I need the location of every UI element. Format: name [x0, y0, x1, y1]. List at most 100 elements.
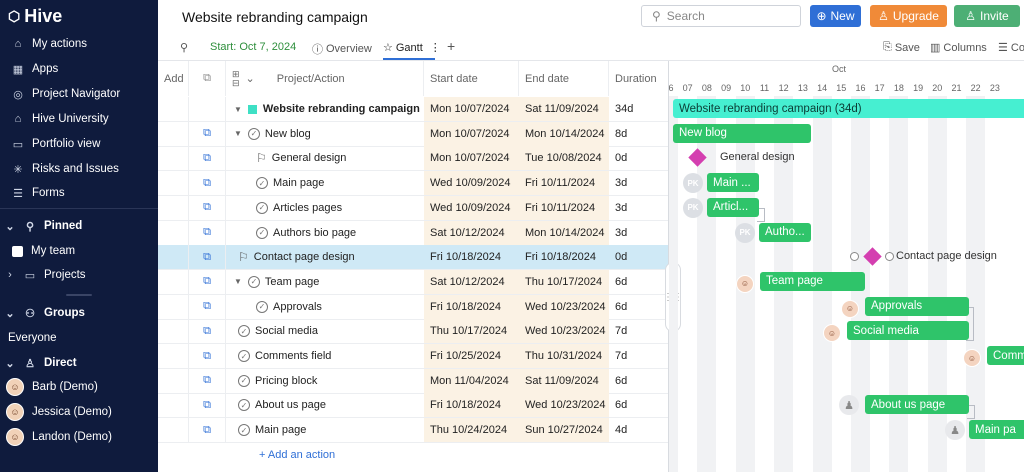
search-input[interactable]: ⚲ Search: [641, 5, 801, 27]
open-action-icon[interactable]: ⧉: [189, 418, 226, 443]
table-row[interactable]: ⧉ ⚐ Contact page design Fri 10/18/2024 Fri 1…: [158, 245, 668, 271]
start-date-cell[interactable]: Fri 10/18/2024: [424, 393, 519, 418]
open-action-icon[interactable]: ⧉: [189, 393, 226, 418]
action-name-cell[interactable]: ✓ Comments field: [226, 344, 424, 368]
tab-overview[interactable]: ⓘ Overview: [312, 41, 372, 57]
table-row[interactable]: ⧉ ✓ Social media Thu 10/17/2024 Wed 10/23/20…: [158, 319, 668, 345]
action-name-cell[interactable]: ✓ Pricing block: [226, 369, 424, 393]
table-row[interactable]: ⧉ ✓ Authors bio page Sat 10/12/2024 Mon 10/1…: [158, 220, 668, 246]
action-name-cell[interactable]: ✓ Approvals: [226, 295, 424, 319]
column-header-duration[interactable]: Duration: [609, 61, 668, 96]
add-cell[interactable]: [158, 294, 189, 319]
gantt-bar-approvals[interactable]: Approvals: [865, 296, 969, 316]
chevron-down-icon[interactable]: ▼: [234, 105, 242, 114]
end-date-cell[interactable]: Mon 10/14/2024: [519, 121, 609, 146]
sidebar-section-direct[interactable]: ⌄ ♙ Direct: [4, 353, 76, 373]
end-date-cell[interactable]: Sun 10/27/2024: [519, 418, 609, 443]
table-row[interactable]: ⧉ ✓ Comments field Fri 10/25/2024 Thu 10/31/…: [158, 344, 668, 369]
duration-cell[interactable]: 4d: [609, 418, 668, 442]
action-name-cell[interactable]: ✓ About us page: [226, 393, 424, 417]
checkmark-circle-icon[interactable]: ✓: [256, 300, 268, 313]
column-header-end[interactable]: End date: [519, 61, 609, 96]
checkmark-circle-icon[interactable]: ✓: [247, 275, 260, 288]
assignee-avatar[interactable]: PK: [735, 222, 755, 243]
end-date-cell[interactable]: Sat 11/09/2024: [519, 97, 609, 121]
checkmark-circle-icon[interactable]: ✓: [256, 226, 268, 239]
table-row[interactable]: ⧉ ✓ Pricing block Mon 11/04/2024 Sat 11/09/2…: [158, 368, 668, 394]
add-cell[interactable]: [158, 171, 189, 196]
duration-cell[interactable]: 3d: [609, 196, 668, 220]
tab-gantt[interactable]: ☆ Gantt ⋮: [383, 41, 441, 55]
more-options-button[interactable]: ☰ Co: [998, 41, 1024, 55]
table-row[interactable]: ⧉ ▼ ✓ New blog Mon 10/07/2024 Mon 10/14/2024 8…: [158, 121, 668, 147]
start-date-cell[interactable]: Mon 10/07/2024: [424, 97, 519, 121]
duration-cell[interactable]: 3d: [609, 221, 668, 245]
chevron-down-icon[interactable]: ▼: [234, 277, 242, 286]
sidebar-item-hive-university[interactable]: ⌂ Hive University: [12, 109, 109, 129]
sidebar-section-pinned[interactable]: ⌄ ⚲ Pinned: [4, 216, 82, 236]
gantt-bar-team-page[interactable]: Team page: [760, 271, 865, 291]
gantt-bar-about-us[interactable]: About us page: [865, 395, 969, 415]
duration-cell[interactable]: 6d: [609, 295, 668, 319]
duration-cell[interactable]: 6d: [609, 270, 668, 294]
add-cell[interactable]: [158, 195, 189, 220]
action-name-cell[interactable]: ⚐ General design: [226, 146, 424, 170]
open-action-icon[interactable]: ⧉: [189, 245, 226, 270]
gantt-bar-new-blog[interactable]: New blog: [673, 123, 811, 143]
table-row[interactable]: ▼ Website rebranding campaign Mon 10/07/20…: [158, 97, 668, 122]
start-date-cell[interactable]: Mon 11/04/2024: [424, 368, 519, 393]
table-row[interactable]: ⧉ ⚐ General design Mon 10/07/2024 Tue 10/08/…: [158, 146, 668, 172]
duration-cell[interactable]: 7d: [609, 344, 668, 368]
unassigned-user-icon[interactable]: ♟: [945, 420, 965, 441]
assignee-avatar[interactable]: ☺: [736, 274, 754, 293]
gantt-bar-authors[interactable]: Autho...: [759, 222, 811, 242]
assignee-avatar[interactable]: ☺: [841, 299, 859, 318]
checkmark-circle-icon[interactable]: ✓: [238, 399, 250, 412]
expand-collapse-all[interactable]: ⊞ ⊟: [232, 69, 240, 88]
gantt-bar-social-media[interactable]: Social media: [847, 321, 969, 341]
add-cell[interactable]: [158, 245, 189, 270]
start-date-cell[interactable]: Thu 10/17/2024: [424, 319, 519, 344]
table-row[interactable]: ⧉ ✓ Main page Thu 10/24/2024 Sun 10/27/2024 4…: [158, 418, 668, 444]
column-header-start[interactable]: Start date: [424, 61, 519, 96]
sidebar-item-risks-and-issues[interactable]: ✳ Risks and Issues: [12, 159, 119, 179]
table-row[interactable]: ⧉ ✓ Main page Wed 10/09/2024 Fri 10/11/2024 3…: [158, 171, 668, 197]
start-date-cell[interactable]: Thu 10/24/2024: [424, 418, 519, 443]
start-date-cell[interactable]: Fri 10/25/2024: [424, 344, 519, 368]
gantt-bar-articles[interactable]: Articl...: [707, 197, 759, 217]
checkmark-circle-icon[interactable]: ✓: [238, 325, 250, 338]
new-button[interactable]: ⊕ New: [810, 5, 861, 27]
checkmark-circle-icon[interactable]: ✓: [256, 201, 268, 214]
add-cell[interactable]: [158, 368, 189, 393]
add-view-button[interactable]: +: [447, 38, 455, 54]
start-date-cell[interactable]: Wed 10/09/2024: [424, 171, 519, 196]
duration-cell[interactable]: 7d: [609, 319, 668, 343]
table-row[interactable]: ⧉ ▼ ✓ Team page Sat 10/12/2024 Thu 10/17/2024…: [158, 269, 668, 295]
end-date-cell[interactable]: Wed 10/23/2024: [519, 393, 609, 418]
action-name-cell[interactable]: ✓ Social media: [226, 319, 424, 343]
open-action-icon[interactable]: ⧉: [189, 146, 226, 171]
add-cell[interactable]: [158, 418, 189, 443]
assignee-avatar[interactable]: PK: [683, 197, 703, 218]
checkmark-circle-icon[interactable]: ✓: [256, 177, 268, 190]
sidebar-resize-grip[interactable]: [66, 294, 92, 296]
add-cell[interactable]: [158, 269, 189, 294]
chevron-down-icon[interactable]: ▼: [234, 129, 242, 138]
start-date-cell[interactable]: Mon 10/07/2024: [424, 121, 519, 146]
action-name-cell[interactable]: ▼ ✓ Team page: [226, 270, 424, 294]
start-date-cell[interactable]: Sat 10/12/2024: [424, 220, 519, 245]
start-date-cell[interactable]: Fri 10/18/2024: [424, 294, 519, 319]
invite-button[interactable]: ♙ Invite: [954, 5, 1020, 27]
hive-logo[interactable]: ⬡ Hive: [8, 6, 62, 27]
start-date-cell[interactable]: Sat 10/12/2024: [424, 269, 519, 294]
end-date-cell[interactable]: Thu 10/17/2024: [519, 269, 609, 294]
duration-cell[interactable]: 3d: [609, 171, 668, 195]
start-date-tab[interactable]: Start: Oct 7, 2024: [210, 41, 296, 53]
sidebar-item-forms[interactable]: ☰ Forms: [12, 183, 65, 203]
upgrade-button[interactable]: ♙ Upgrade: [870, 5, 947, 27]
end-date-cell[interactable]: Mon 10/14/2024: [519, 220, 609, 245]
action-name-cell[interactable]: ✓ Main page: [226, 418, 424, 442]
sidebar-item-jessica[interactable]: ☺ Jessica (Demo): [6, 402, 112, 422]
sidebar-item-barb[interactable]: ☺ Barb (Demo): [6, 377, 98, 397]
add-cell[interactable]: [158, 97, 189, 121]
